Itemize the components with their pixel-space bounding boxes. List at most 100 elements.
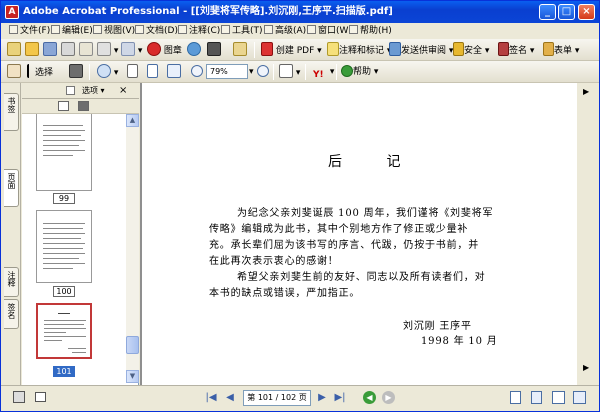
first-page-button[interactable]: |◀ xyxy=(204,391,218,405)
last-page-button[interactable]: ▶| xyxy=(333,391,347,405)
close-panel-icon[interactable]: × xyxy=(119,83,127,99)
magnifier-icon xyxy=(97,64,111,78)
yahoo-search-button[interactable]: Y! ▾ xyxy=(313,64,334,80)
continuous-facing-icon[interactable] xyxy=(573,391,586,404)
create-pdf-button[interactable]: 创建 PDF ▾ xyxy=(261,42,322,58)
create-pdf-from-file-button[interactable] xyxy=(7,42,21,58)
zoom-dropdown[interactable]: ▾ xyxy=(249,64,254,80)
menu-label: 文件(F) xyxy=(20,26,51,36)
actual-size-icon xyxy=(127,64,138,78)
tab-bookmarks[interactable]: 书签 xyxy=(4,93,19,131)
page-thumbnail-selected[interactable] xyxy=(36,303,92,359)
fit-page-button[interactable] xyxy=(147,64,158,80)
thumbnail-icon[interactable] xyxy=(58,101,69,111)
tab-label: 页面 xyxy=(7,173,16,189)
organizer-button[interactable]: ▾ xyxy=(97,42,118,58)
menu-view[interactable]: 视图(V) xyxy=(91,24,137,38)
open-button[interactable] xyxy=(25,42,39,58)
zoom-input[interactable]: 79% xyxy=(206,64,248,79)
maximize-button[interactable]: □ xyxy=(558,4,575,20)
page-number-selected: 101 xyxy=(53,366,75,377)
menu-label: 帮助(H) xyxy=(360,26,392,36)
menu-advanced[interactable]: 高级(A) xyxy=(262,24,308,38)
panel-header: 选项 ▾ × xyxy=(22,83,139,99)
search-web-button[interactable] xyxy=(187,42,201,58)
help-button[interactable]: 帮助 ▾ xyxy=(341,64,378,80)
read-aloud-button[interactable] xyxy=(233,42,247,58)
email-icon xyxy=(79,42,93,56)
continuous-icon[interactable] xyxy=(531,391,542,404)
tab-pages[interactable]: 页面 xyxy=(4,169,19,207)
page-thumbnail[interactable] xyxy=(36,114,92,191)
save-icon xyxy=(43,42,57,56)
actual-size-button[interactable] xyxy=(127,64,138,80)
create-pdf-label: 创建 PDF xyxy=(275,46,315,56)
help-icon xyxy=(341,65,353,77)
zoom-in-button[interactable] xyxy=(257,64,269,80)
scroll-down-arrow[interactable]: ▶ xyxy=(583,363,589,372)
previous-page-button[interactable]: ◀ xyxy=(223,391,237,405)
menu-file[interactable]: 文件(F) xyxy=(7,24,52,38)
globe-icon xyxy=(187,42,201,56)
search-button[interactable] xyxy=(207,42,221,58)
menu-edit[interactable]: 编辑(E) xyxy=(49,24,95,38)
forms-button[interactable]: 表单 ▾ xyxy=(543,42,579,58)
single-page-icon[interactable] xyxy=(510,391,521,404)
zoom-tool-button[interactable]: ▾ xyxy=(97,64,118,80)
tab-signatures[interactable]: 签名 xyxy=(4,299,19,329)
tab-comments[interactable]: 注释 xyxy=(4,267,19,297)
send-review-button[interactable]: 发送供审阅 ▾ xyxy=(389,42,453,58)
document-scrollbar[interactable]: ▶ ▶ xyxy=(578,83,599,385)
help-label: 帮助 xyxy=(353,67,372,77)
trash-icon[interactable] xyxy=(66,86,75,95)
print-icon[interactable] xyxy=(78,101,89,111)
toolbar-separator xyxy=(89,64,90,80)
text-line: 充。承长辈们屈为该书写的序言、代跋，仍按于书前，并 xyxy=(209,240,479,251)
comment-markup-button[interactable]: 注释和标记 ▾ xyxy=(327,42,391,58)
stamp-icon xyxy=(147,42,161,56)
page-indicator[interactable]: 第 101 / 102 页 xyxy=(243,390,311,406)
lock-icon xyxy=(453,42,464,56)
fit-page-icon xyxy=(147,64,158,78)
minimize-button[interactable]: _ xyxy=(539,4,556,20)
facing-icon[interactable] xyxy=(552,391,565,404)
open-folder-icon xyxy=(25,42,39,56)
panel-toggle-icon[interactable] xyxy=(13,391,25,403)
zoom-out-button[interactable] xyxy=(191,64,203,80)
scroll-thumb[interactable] xyxy=(126,336,139,354)
menu-help[interactable]: 帮助(H) xyxy=(347,24,394,38)
next-view-button[interactable]: ▶ xyxy=(382,391,395,404)
close-button[interactable]: × xyxy=(578,4,595,20)
panel-scrollbar[interactable]: ▲ ▼ xyxy=(126,114,139,383)
save-button[interactable] xyxy=(43,42,57,58)
scroll-down-arrow[interactable]: ▼ xyxy=(126,370,139,383)
print-button[interactable] xyxy=(61,42,75,58)
secure-button[interactable]: 安全 ▾ xyxy=(453,42,489,58)
options-button[interactable]: 选项 ▾ xyxy=(82,83,105,99)
tab-label: 注释 xyxy=(7,271,16,287)
previous-view-button[interactable]: ◀ xyxy=(363,391,376,404)
comment-markup-label: 注释和标记 xyxy=(339,46,385,56)
select-tool-button[interactable]: 选择 xyxy=(27,64,53,80)
sign-button[interactable]: 签名 ▾ xyxy=(498,42,534,58)
stamp-button[interactable]: 图章 xyxy=(147,42,182,58)
email-button[interactable] xyxy=(79,42,93,58)
menu-comments[interactable]: 注释(C) xyxy=(176,24,222,38)
toolbar-separator xyxy=(273,64,274,80)
scroll-up-arrow[interactable]: ▶ xyxy=(583,87,589,96)
fit-width-button[interactable] xyxy=(167,64,181,80)
scroll-up-arrow[interactable]: ▲ xyxy=(126,114,139,127)
page-thumbnail[interactable] xyxy=(36,210,92,283)
rotate-button[interactable]: ▾ xyxy=(279,64,300,80)
read-icon xyxy=(233,42,247,56)
hand-tool-button[interactable] xyxy=(7,64,21,80)
menu-document[interactable]: 文档(D) xyxy=(133,24,180,38)
thumbnails-list: 99 100 101 xyxy=(22,114,126,383)
signature-line: 刘沉刚 王序平 xyxy=(403,321,472,332)
snapshot-button[interactable] xyxy=(69,64,83,80)
menu-label: 工具(T) xyxy=(232,26,263,36)
attach-button[interactable]: ▾ xyxy=(121,42,142,58)
menu-label: 注释(C) xyxy=(189,26,221,36)
next-page-button[interactable]: ▶ xyxy=(315,391,329,405)
menu-tools[interactable]: 工具(T) xyxy=(219,24,265,38)
